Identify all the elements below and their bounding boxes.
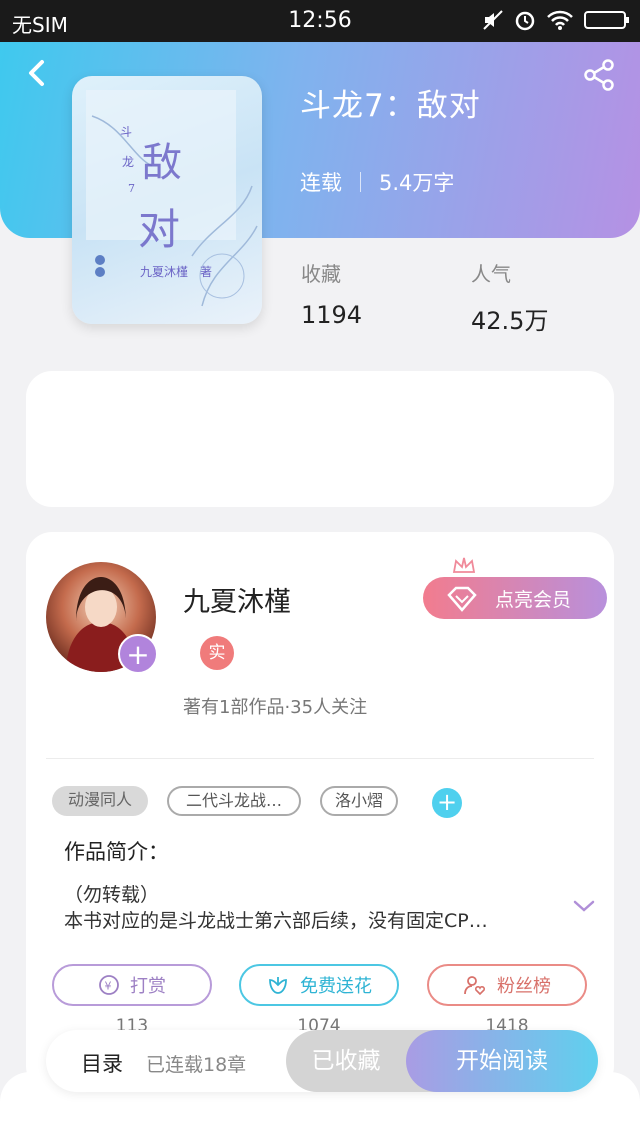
favorites-stat: 收藏 1194 [301, 258, 362, 329]
popularity-value: 42.5万 [471, 307, 549, 335]
svg-text:龙: 龙 [122, 155, 134, 169]
svg-text:斗: 斗 [120, 125, 132, 139]
tip-button[interactable]: ¥ 打赏 [52, 964, 212, 1006]
crown-icon [452, 557, 476, 573]
diamond-icon [447, 586, 477, 612]
author-card: + 九夏沐槿 实 著有1部作品·35人关注 点亮会员 动漫同人 二代斗龙战… 洛… [26, 532, 614, 1092]
fans-ranking-button[interactable]: 粉丝榜 [427, 964, 587, 1006]
user-heart-icon [464, 976, 486, 996]
tag-category[interactable]: 动漫同人 [52, 786, 148, 816]
svg-text:¥: ¥ [105, 980, 112, 993]
book-title: 斗龙7：敌对 [300, 88, 481, 124]
svg-text:敌: 敌 [142, 140, 182, 186]
intro-label: 作品简介： [64, 840, 169, 864]
flower-label: 免费送花 [300, 976, 372, 997]
status-bar: 无SIM 12:56 [0, 0, 640, 42]
author-name[interactable]: 九夏沐槿 [183, 580, 291, 619]
battery-icon [584, 11, 629, 29]
add-tag-icon[interactable]: + [432, 788, 462, 818]
favorites-value: 1194 [301, 301, 363, 329]
intro-line-1: （勿转载） [64, 884, 160, 906]
svg-text:对: 对 [138, 205, 180, 254]
chevron-down-icon[interactable] [572, 898, 596, 914]
popularity-stat: 人气 42.5万 [471, 258, 548, 336]
book-meta: 连载 5.4万字 [300, 167, 454, 197]
verified-badge: 实 [200, 636, 234, 670]
flower-icon [269, 977, 287, 994]
svg-text:九夏沐槿 著: 九夏沐槿 著 [140, 265, 212, 279]
alarm-icon [515, 11, 535, 31]
follow-plus-icon[interactable]: + [118, 634, 158, 674]
book-cover[interactable]: 敌 对 斗 龙 7 九夏沐槿 著 [72, 76, 262, 324]
mute-icon [483, 10, 503, 30]
tip-label: 打赏 [130, 976, 166, 997]
word-count: 5.4万字 [379, 171, 455, 195]
serial-status: 连载 [300, 171, 342, 195]
cover-art: 敌 对 斗 龙 7 九夏沐槿 著 [86, 90, 258, 307]
tag-series[interactable]: 二代斗龙战… [167, 786, 301, 816]
tag-character[interactable]: 洛小熠 [320, 786, 398, 816]
author-summary: 著有1部作品·35人关注 [183, 697, 368, 718]
svg-text:7: 7 [128, 182, 135, 195]
favorites-label: 收藏 [301, 262, 341, 286]
status-icons [482, 9, 630, 31]
back-arrow-icon[interactable] [22, 56, 52, 90]
start-reading-button[interactable]: 开始阅读 [406, 1030, 598, 1092]
send-flower-button[interactable]: 免费送花 [239, 964, 399, 1006]
bottom-action-bar: 目录 已连载18章 已收藏 开始阅读 [46, 1030, 598, 1092]
meta-divider [360, 172, 361, 192]
share-icon[interactable] [582, 58, 616, 92]
popularity-label: 人气 [471, 262, 511, 286]
toc-link[interactable]: 目录 [81, 1048, 123, 1078]
intro-line-2: 本书对应的是斗龙战士第六部后续，没有固定CP… [64, 910, 488, 932]
section-divider [46, 758, 594, 759]
wifi-icon [547, 10, 573, 30]
chapter-count: 已连载18章 [146, 1054, 247, 1076]
coin-icon: ¥ [99, 975, 119, 995]
empty-card [26, 371, 614, 507]
fans-label: 粉丝榜 [497, 976, 551, 997]
vip-label: 点亮会员 [495, 588, 572, 611]
